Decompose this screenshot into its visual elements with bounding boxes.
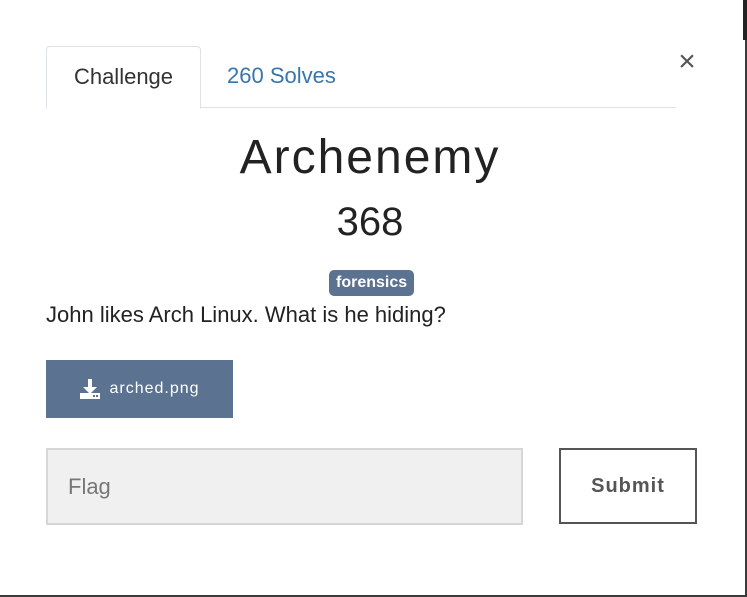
challenge-modal: × Challenge 260 Solves Archenemy 368 for… [0, 0, 747, 597]
category-tag: forensics [329, 270, 415, 296]
tab-challenge[interactable]: Challenge [46, 46, 201, 109]
challenge-description: John likes Arch Linux. What is he hiding… [46, 302, 446, 327]
tab-solves[interactable]: 260 Solves [227, 46, 336, 106]
close-icon: × [678, 45, 696, 78]
tab-bar: Challenge 260 Solves [46, 46, 676, 109]
tab-challenge-label: Challenge [73, 64, 174, 89]
download-icon [80, 379, 101, 399]
close-button[interactable]: × [672, 44, 702, 80]
submit-button[interactable]: Submit [559, 448, 697, 524]
tab-solves-label: 260 Solves [227, 63, 336, 88]
window-edge [743, 0, 747, 40]
challenge-name: Archenemy [239, 131, 501, 184]
flag-input[interactable] [46, 448, 523, 525]
download-file-button[interactable]: arched.png [46, 360, 233, 418]
challenge-points: 368 [336, 200, 404, 244]
download-file-label: arched.png [109, 380, 200, 397]
